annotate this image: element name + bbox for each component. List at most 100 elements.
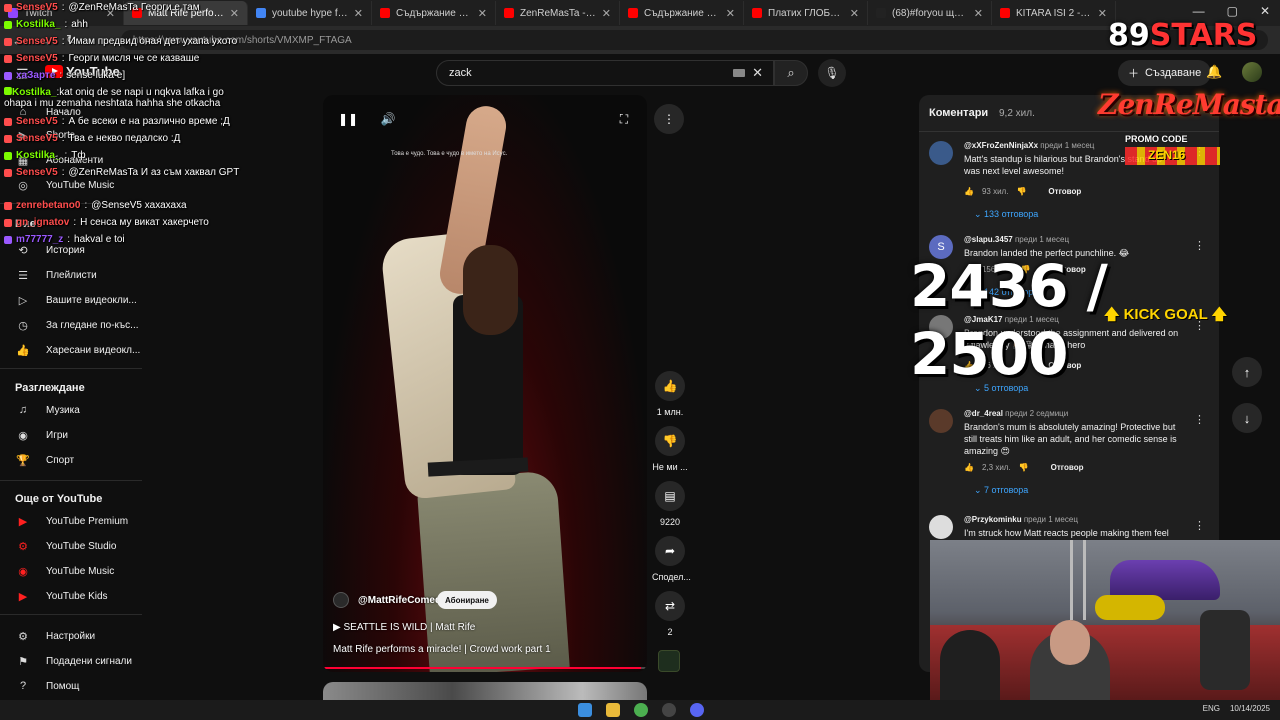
taskbar-date[interactable]: 10/14/2025 <box>1230 704 1270 713</box>
sidebar-item[interactable]: ▶ YouTube Premium <box>16 513 128 529</box>
comment-like-icon[interactable]: 👍 <box>964 187 974 196</box>
browser-tab[interactable]: Съдържание на канал ✕ <box>620 1 744 25</box>
playlist-link[interactable]: ▶ SEATTLE IS WILD | Matt Rife <box>333 622 475 633</box>
sidebar-item[interactable]: ▷ Вашите видеокли... <box>16 292 137 308</box>
like-button[interactable]: 👍 <box>655 371 685 401</box>
commenter-avatar[interactable] <box>929 515 953 539</box>
url-field[interactable]: https://www.youtube.com/shorts/VMXMP_FTA… <box>120 30 1268 50</box>
close-tab-icon[interactable]: ✕ <box>478 7 487 20</box>
pause-button[interactable]: ❚❚ <box>336 107 360 131</box>
remix-action[interactable]: ⇄ 2 <box>652 591 688 637</box>
sidebar-item[interactable]: ◉ Игри <box>16 427 68 443</box>
subscribe-button[interactable]: Абониране <box>437 591 497 609</box>
channel-thumbnail[interactable] <box>658 650 680 672</box>
tab-title: Съдържание на канал <box>644 7 720 19</box>
chat-badge-icon <box>4 134 12 143</box>
like-count: 1 млн. <box>656 407 684 417</box>
chat-separator: : <box>64 150 68 161</box>
minimize-icon[interactable]: — <box>1193 4 1205 18</box>
channel-avatar[interactable] <box>333 592 349 608</box>
sidebar-heading: Още от YouTube <box>15 493 103 505</box>
commenter-handle[interactable]: @xXFroZenNinjaXx <box>964 141 1038 150</box>
like-action[interactable]: 👍 1 млн. <box>652 371 688 417</box>
commenter-avatar[interactable] <box>929 409 953 433</box>
close-tab-icon[interactable]: ✕ <box>726 7 735 20</box>
maximize-icon[interactable]: ▢ <box>1227 4 1238 18</box>
sidebar-item[interactable]: ⚑ Подадени сигнали <box>16 653 132 669</box>
volume-button[interactable]: 🔊 <box>376 107 400 131</box>
language-indicator[interactable]: ENG <box>1203 704 1220 713</box>
comment-dislike-icon[interactable]: 👎 <box>1016 187 1026 196</box>
chat-message: SenseV5: @ZenReMasTa Георги е там <box>4 2 200 13</box>
comment-menu-icon[interactable]: ⋮ <box>1194 239 1205 252</box>
share-action[interactable]: ➦ Сподел... <box>652 536 691 582</box>
sidebar-item[interactable]: ♫ Музика <box>16 402 80 418</box>
commenter-handle[interactable]: @Przykominku <box>964 515 1022 524</box>
steam-icon[interactable] <box>662 703 676 717</box>
reply-button[interactable]: Отговор <box>1051 463 1084 472</box>
more-options-button[interactable]: ⋮ <box>654 104 684 134</box>
sidebar-item[interactable]: 🏆 Спорт <box>16 452 74 468</box>
comment-menu-icon[interactable]: ⋮ <box>1194 413 1205 426</box>
chat-separator: : <box>67 234 71 245</box>
close-tab-icon[interactable]: ✕ <box>1098 7 1107 20</box>
browser-tab[interactable]: (68)#foryou ще пусна ✕ <box>868 1 992 25</box>
sidebar-item[interactable]: 👍 Харесани видеокл... <box>16 342 140 358</box>
fullscreen-button[interactable]: ⛶ <box>612 107 636 131</box>
video-frame-head <box>463 245 518 335</box>
account-avatar[interactable] <box>1242 62 1262 82</box>
voice-search-button[interactable]: 🎙 <box>818 59 846 87</box>
search-input[interactable]: zack ✕ <box>436 60 774 86</box>
browser-tab[interactable]: ZenReMasTa - YouTube ✕ <box>496 1 620 25</box>
chat-badge-icon <box>4 20 12 29</box>
close-window-icon[interactable]: ✕ <box>1260 4 1270 18</box>
sidebar-item[interactable]: ⚙ YouTube Studio <box>16 538 116 554</box>
youtube-kids-icon: ▶ <box>18 590 28 603</box>
dislike-button[interactable]: 👎 <box>655 426 685 456</box>
chat-message: SenseV5: @ZenReMasTa И аз съм хаквал GPT <box>4 167 239 178</box>
channel-handle[interactable]: @MattRifeComedy <box>358 595 447 606</box>
browser-tab[interactable]: Съдържание на канал ✕ <box>372 1 496 25</box>
windows-start-icon[interactable] <box>578 703 592 717</box>
sidebar-item[interactable]: ⚙ Настройки <box>16 628 95 644</box>
comment-like-icon[interactable]: 👍 <box>964 463 974 472</box>
browser-tab[interactable]: KITARA ISI 2 - METIN ✕ <box>992 1 1116 25</box>
discord-icon[interactable] <box>690 703 704 717</box>
replies-count: 133 отговора <box>984 209 1039 219</box>
view-replies-button[interactable]: ⌄ 133 отговора <box>974 209 1038 220</box>
browser-tab[interactable]: Платих ГЛОБИ за над ✕ <box>744 1 868 25</box>
reply-button[interactable]: Отговор <box>1048 187 1081 196</box>
comment-dislike-icon[interactable]: 👎 <box>1019 463 1029 472</box>
commenter-handle[interactable]: @slapu.3457 <box>964 235 1013 244</box>
sidebar-item[interactable]: ◷ За гледане по-къс... <box>16 317 138 333</box>
close-tab-icon[interactable]: ✕ <box>602 7 611 20</box>
browser-tab[interactable]: youtube hype from pc ✕ <box>248 1 372 25</box>
view-replies-button[interactable]: ⌄ 7 отговора <box>974 485 1028 496</box>
commenter-handle[interactable]: @dr_4real <box>964 409 1003 418</box>
search-button[interactable]: ⌕ <box>774 60 808 86</box>
sidebar-item[interactable]: ☰ Плейлисти <box>16 267 97 283</box>
close-tab-icon[interactable]: ✕ <box>354 7 363 20</box>
file-explorer-icon[interactable] <box>606 703 620 717</box>
remix-button[interactable]: ⇄ <box>655 591 685 621</box>
sidebar-item[interactable]: ? Помощ <box>16 678 79 694</box>
notifications-icon[interactable]: 🔔 <box>1206 64 1222 80</box>
video-progress-bar[interactable] <box>323 667 647 669</box>
close-tab-icon[interactable]: ✕ <box>850 7 859 20</box>
shorts-video-player[interactable]: Това е чудо. Това е чудо в името на Исус… <box>323 95 647 672</box>
clear-search-icon[interactable]: ✕ <box>752 65 763 81</box>
next-short-button[interactable]: ↓ <box>1232 403 1262 433</box>
comment-menu-icon[interactable]: ⋮ <box>1194 519 1205 532</box>
keyboard-icon[interactable] <box>733 69 745 77</box>
create-button[interactable]: ＋ Създаване <box>1118 60 1212 86</box>
promo-code: ZEN16 <box>1148 148 1186 162</box>
sidebar-item[interactable]: ▶ YouTube Kids <box>16 588 108 604</box>
dislike-action[interactable]: 👎 Не ми ... <box>652 426 688 472</box>
comments-action[interactable]: ▤ 9220 <box>652 481 688 527</box>
close-tab-icon[interactable]: ✕ <box>974 7 983 20</box>
commenter-avatar[interactable] <box>929 141 953 165</box>
comments-button[interactable]: ▤ <box>655 481 685 511</box>
chrome-icon[interactable] <box>634 703 648 717</box>
share-button[interactable]: ➦ <box>655 536 685 566</box>
sidebar-item[interactable]: ◉ YouTube Music <box>16 563 114 579</box>
